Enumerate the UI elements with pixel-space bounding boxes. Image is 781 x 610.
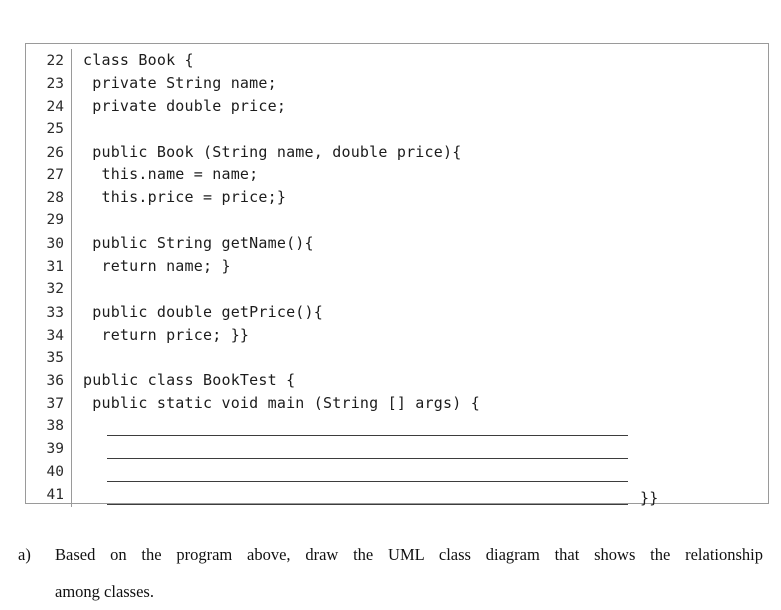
code-line: 31 return name; } bbox=[26, 255, 768, 278]
gutter-divider bbox=[71, 346, 72, 370]
code-line-text: public Book (String name, double price){ bbox=[83, 142, 462, 161]
code-line-text: this.name = name; bbox=[83, 165, 259, 184]
code-line: 23 private String name; bbox=[26, 71, 768, 95]
code-line: 32 bbox=[26, 277, 768, 301]
code-line: 39 bbox=[26, 438, 768, 464]
code-listing-lines: 22 class Book {23 private String name; 24 … bbox=[26, 44, 768, 507]
code-line: 35 bbox=[26, 346, 768, 370]
code-line: 37 public static void main (String [] ar… bbox=[26, 392, 768, 416]
code-line-tail: }} bbox=[640, 488, 659, 507]
line-number: 25 bbox=[46, 120, 64, 137]
code-line: 30 public String getName(){ bbox=[26, 232, 768, 256]
line-number: 38 bbox=[46, 418, 64, 435]
gutter-divider bbox=[71, 277, 72, 301]
line-number: 34 bbox=[46, 327, 64, 344]
code-line-text: public String getName(){ bbox=[83, 234, 314, 253]
code-listing-box: 22 class Book {23 private String name; 24 … bbox=[25, 43, 769, 507]
line-number: 26 bbox=[46, 144, 64, 161]
line-number: 36 bbox=[46, 373, 64, 390]
line-number: 22 bbox=[46, 53, 64, 69]
line-number: 28 bbox=[46, 190, 64, 207]
code-line: 27 this.name = name; bbox=[26, 163, 768, 187]
code-line: 33 public double getPrice(){ bbox=[26, 300, 768, 324]
line-number: 31 bbox=[46, 259, 64, 276]
line-number: 27 bbox=[46, 167, 64, 184]
code-line-text: this.price = price;} bbox=[83, 188, 287, 207]
code-line-text: return name; } bbox=[83, 257, 231, 276]
code-line: 36 public class BookTest { bbox=[26, 369, 768, 393]
line-number: 39 bbox=[46, 441, 64, 458]
code-line: 38 bbox=[26, 415, 768, 441]
code-line: 41}} bbox=[26, 483, 768, 510]
code-line: 34 return price; }} bbox=[26, 323, 768, 347]
line-number: 32 bbox=[46, 280, 64, 297]
line-number: 40 bbox=[46, 464, 64, 481]
line-number: 24 bbox=[46, 98, 64, 115]
code-line-text: class Book { bbox=[83, 51, 194, 69]
line-number: 29 bbox=[46, 212, 64, 229]
code-line-text: public class BookTest { bbox=[83, 371, 296, 390]
code-line-text: public static void main (String [] args)… bbox=[83, 394, 480, 413]
code-line: 22 class Book { bbox=[26, 49, 768, 72]
code-line: 24 private double price; bbox=[26, 94, 768, 118]
answer-blank-line[interactable] bbox=[72, 418, 768, 441]
code-line: 25 bbox=[26, 117, 768, 141]
code-line: 29 bbox=[26, 209, 768, 233]
answer-rule bbox=[107, 503, 628, 505]
line-number: 23 bbox=[46, 75, 64, 92]
answer-blank-line[interactable]: }} bbox=[72, 487, 768, 510]
line-number: 41 bbox=[46, 486, 64, 503]
answer-rule bbox=[107, 481, 628, 483]
code-line-text: public double getPrice(){ bbox=[83, 302, 323, 321]
code-line-text: return price; }} bbox=[83, 325, 250, 344]
gutter-divider bbox=[71, 117, 72, 141]
line-number: 30 bbox=[46, 236, 64, 253]
question-marker: a) bbox=[18, 545, 31, 564]
question-item-a: a) Based on the program above, draw the … bbox=[18, 536, 763, 610]
line-number: 33 bbox=[46, 304, 64, 321]
code-line: 28 this.price = price;} bbox=[26, 186, 768, 210]
answer-blank-line[interactable] bbox=[72, 464, 768, 487]
line-number: 35 bbox=[46, 349, 64, 366]
code-line-text: private double price; bbox=[83, 96, 287, 115]
answer-rule bbox=[107, 435, 628, 437]
code-line: 26 public Book (String name, double pric… bbox=[26, 140, 768, 164]
question-text-line-1: Based on the program above, draw the UML… bbox=[55, 545, 763, 564]
line-number: 37 bbox=[46, 396, 64, 413]
answer-rule bbox=[107, 458, 628, 460]
gutter-divider bbox=[71, 209, 72, 233]
answer-blank-line[interactable] bbox=[72, 441, 768, 464]
question-text-line-2: among classes. bbox=[55, 582, 154, 601]
code-line: 40 bbox=[26, 461, 768, 484]
question-text: Based on the program above, draw the UML… bbox=[55, 536, 763, 610]
code-line-text: private String name; bbox=[83, 73, 277, 92]
